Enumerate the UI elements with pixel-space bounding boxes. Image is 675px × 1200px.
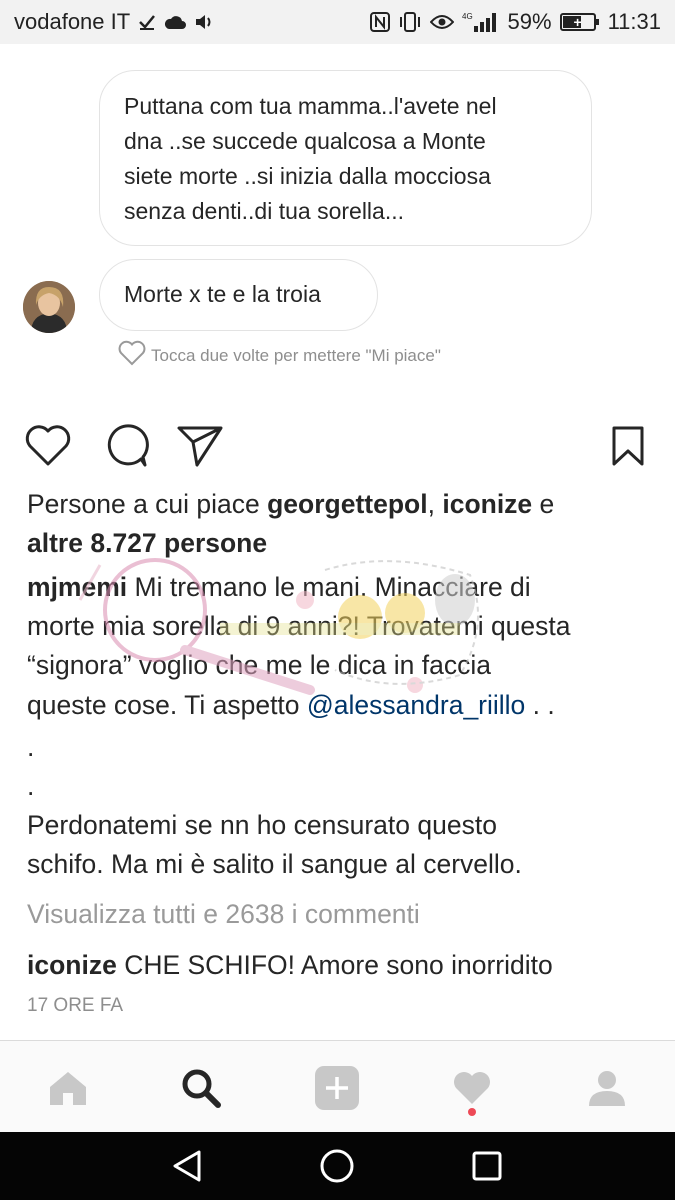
comment-username[interactable]: iconize — [27, 950, 117, 980]
volume-icon — [194, 10, 214, 34]
liker-username[interactable]: georgettepol — [267, 489, 427, 519]
message-1-line: senza denti..di tua sorella... — [124, 198, 404, 224]
caption-line: morte mia sorella di 9 anni?! Trovatemi … — [27, 611, 571, 641]
tab-search[interactable] — [176, 1063, 226, 1113]
tab-new-post[interactable] — [312, 1063, 362, 1113]
caption-line: “signora” voglio che me le dica in facci… — [27, 650, 491, 680]
comment-row: iconize CHE SCHIFO! Amore sono inorridit… — [27, 950, 553, 981]
send-icon — [177, 426, 223, 467]
message-1-line: Puttana com tua mamma..l'avete nel — [124, 93, 497, 119]
heart-icon — [25, 425, 71, 466]
message-bubble-1: Puttana com tua mamma..l'avete nel dna .… — [99, 70, 592, 246]
post-timestamp: 17 ORE FA — [27, 995, 124, 1016]
notification-dot — [468, 1108, 476, 1116]
recents-square-icon — [472, 1151, 502, 1181]
double-tap-like-hint: Tocca due volte per mettere "Mi piace" — [117, 340, 441, 371]
activity-heart-icon — [454, 1072, 490, 1104]
recents-button[interactable] — [467, 1146, 507, 1186]
eye-icon — [429, 10, 454, 34]
share-button[interactable] — [176, 422, 224, 470]
message-1-line: dna ..se succede qualcosa a Monte — [124, 128, 486, 154]
likes-separator: , — [427, 489, 443, 519]
caption-dot: . — [27, 771, 35, 801]
sender-avatar[interactable] — [23, 281, 75, 333]
bookmark-icon — [612, 426, 644, 466]
back-button[interactable] — [167, 1146, 207, 1186]
battery-icon: + — [559, 13, 599, 31]
likes-others[interactable]: altre 8.727 persone — [27, 528, 267, 559]
system-nav-bar — [0, 1132, 675, 1200]
comment-button[interactable] — [102, 422, 150, 470]
profile-icon — [589, 1071, 625, 1106]
liker-username[interactable]: iconize — [442, 489, 532, 519]
check-icon — [138, 10, 156, 34]
clock: 11:31 — [607, 9, 661, 34]
add-post-icon — [315, 1066, 359, 1110]
comment-text: CHE SCHIFO! Amore sono inorridito — [116, 950, 553, 980]
like-hint-text: Tocca due volte per mettere "Mi piace" — [151, 345, 441, 365]
caption-line: schifo. Ma mi è salito il sangue al cerv… — [27, 849, 522, 879]
home-nav-button[interactable] — [317, 1146, 357, 1186]
caption-line: queste cose. Ti aspetto @alessandra_riil… — [27, 690, 555, 721]
bottom-tab-bar — [0, 1040, 675, 1132]
mention-link[interactable]: @alessandra_riillo — [307, 690, 525, 720]
back-triangle-icon — [173, 1150, 201, 1182]
caption-text: Mi tremano le mani. Minacciare di — [127, 572, 531, 602]
post-action-bar — [24, 422, 654, 470]
search-icon — [182, 1069, 221, 1108]
carrier-label: vodafone IT — [14, 9, 131, 34]
like-button[interactable] — [24, 422, 72, 470]
comment-icon — [107, 424, 149, 467]
cloud-icon — [164, 10, 187, 34]
message-2-text: Morte x te e la troia — [124, 281, 321, 307]
status-bar: vodafone IT 4G 59% + 11:31 — [0, 0, 675, 44]
tab-profile[interactable] — [582, 1063, 632, 1113]
caption-text: . . — [525, 690, 555, 720]
network-label: 4G — [462, 12, 473, 21]
caption-username[interactable]: mjmemi — [27, 572, 127, 602]
save-button[interactable] — [604, 422, 652, 470]
home-circle-icon — [320, 1149, 354, 1183]
likes-line-1: Persone a cui piace georgettepol, iconiz… — [27, 489, 554, 520]
caption-text: queste cose. Ti aspetto — [27, 690, 307, 720]
tab-activity[interactable] — [447, 1063, 497, 1113]
tab-home[interactable] — [43, 1063, 93, 1113]
message-1-line: siete morte ..si inizia dalla mocciosa — [124, 163, 491, 189]
message-bubble-2: Morte x te e la troia — [99, 259, 378, 331]
caption-dot: . — [27, 732, 35, 762]
heart-outline-icon[interactable] — [117, 340, 147, 371]
likes-and: e — [532, 489, 555, 519]
nfc-icon — [369, 10, 390, 34]
home-icon — [50, 1072, 86, 1105]
likes-prefix: Persone a cui piace — [27, 489, 268, 519]
signal-icon: 4G — [462, 10, 500, 34]
battery-percent: 59% — [507, 9, 552, 34]
caption-line: Perdonatemi se nn ho censurato questo — [27, 810, 497, 840]
caption-line: mjmemi Mi tremano le mani. Minacciare di — [27, 572, 531, 603]
view-all-comments-link[interactable]: Visualizza tutti e 2638 i commenti — [27, 899, 420, 930]
vibrate-icon — [398, 10, 422, 34]
